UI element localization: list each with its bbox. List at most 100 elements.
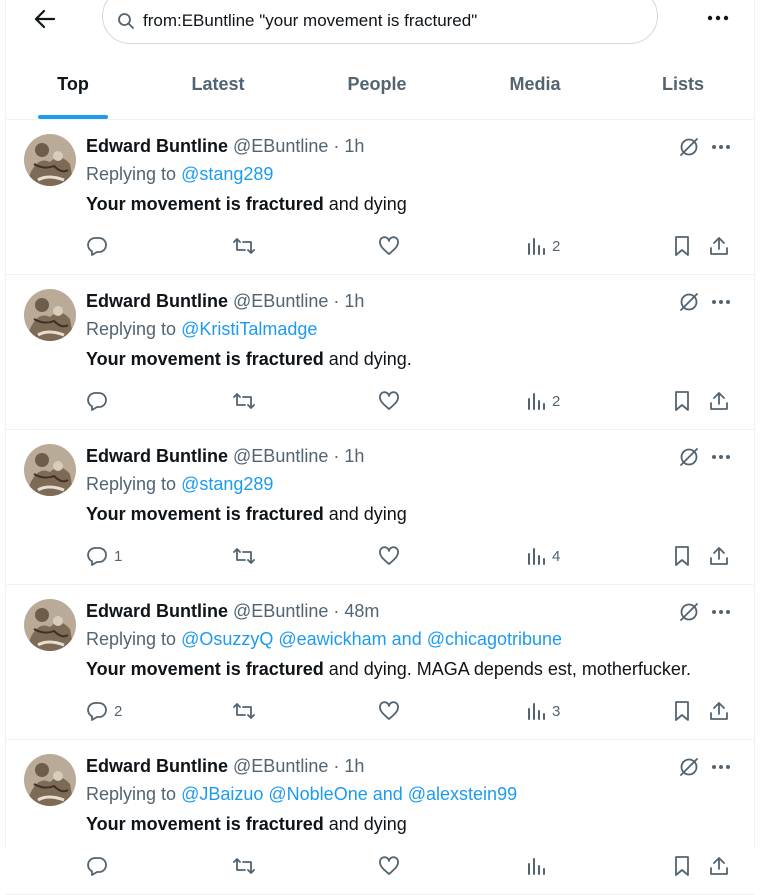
tweet-text: Your movement is fractured and dying. [86,349,412,370]
tweet[interactable]: Edward Buntline @EBuntline · 1h Replying… [6,275,754,430]
views-button[interactable]: 3 [526,697,560,725]
search-icon [117,11,137,31]
reply-icon [87,547,107,566]
tweet-more-button[interactable] [708,754,734,780]
share-button[interactable] [708,542,730,570]
bookmark-button[interactable] [672,852,692,880]
replying-to-link[interactable]: @KristiTalmadge [181,319,317,339]
reply-icon [87,392,107,411]
replying-to: Replying to @OsuzzyQ @eawickham and @chi… [86,629,562,650]
search-tabs: Top Latest People Media Lists [6,54,754,120]
tweet-text-rest: and dying. [323,349,412,369]
reply-button[interactable] [86,232,114,260]
like-button[interactable] [378,697,400,725]
reply-icon [87,702,107,721]
timestamp[interactable]: 1h [344,756,364,776]
avatar[interactable] [24,134,76,186]
grok-button[interactable] [676,599,702,625]
views-icon [528,238,545,255]
grok-button[interactable] [676,289,702,315]
like-button[interactable] [378,852,400,880]
bookmark-button[interactable] [672,542,692,570]
tab-people[interactable]: People [296,54,458,119]
retweet-button[interactable] [232,852,256,880]
search-input[interactable]: from:EBuntline "your movement is fractur… [102,0,658,44]
like-button[interactable] [378,542,400,570]
tweet-more-button[interactable] [708,289,734,315]
tweet[interactable]: Edward Buntline @EBuntline · 48m Replyin… [6,585,754,740]
grok-button[interactable] [676,444,702,470]
replying-to-link[interactable]: @OsuzzyQ @eawickham and @chicagotribune [181,629,562,649]
avatar[interactable] [24,444,76,496]
retweet-button[interactable] [232,542,256,570]
author-handle[interactable]: @EBuntline [233,756,328,776]
reply-button[interactable]: 2 [86,697,122,725]
avatar[interactable] [24,289,76,341]
author-name[interactable]: Edward Buntline [86,756,228,776]
views-button[interactable]: 2 [526,232,560,260]
views-button[interactable]: 2 [526,387,560,415]
tweet[interactable]: Edward Buntline @EBuntline · 1h Replying… [6,430,754,585]
timestamp[interactable]: 48m [344,601,379,621]
tweet-more-button[interactable] [708,599,734,625]
author-name[interactable]: Edward Buntline [86,136,228,156]
reply-button[interactable] [86,852,114,880]
reply-count: 2 [114,702,123,720]
author-name[interactable]: Edward Buntline [86,446,228,466]
tweet-more-button[interactable] [708,134,734,160]
retweet-button[interactable] [232,232,256,260]
author-handle[interactable]: @EBuntline [233,601,328,621]
share-button[interactable] [708,232,730,260]
tweet[interactable]: Edward Buntline @EBuntline · 1h Replying… [6,740,754,895]
author-handle[interactable]: @EBuntline [233,446,328,466]
reply-button[interactable] [86,387,114,415]
avatar[interactable] [24,599,76,651]
timestamp[interactable]: 1h [344,446,364,466]
author-handle[interactable]: @EBuntline [233,136,328,156]
avatar[interactable] [24,754,76,806]
timestamp[interactable]: 1h [344,291,364,311]
share-button[interactable] [708,387,730,415]
retweet-button[interactable] [232,697,256,725]
tab-latest[interactable]: Latest [140,54,296,119]
timestamp[interactable]: 1h [344,136,364,156]
tweet[interactable]: Edward Buntline @EBuntline · 1h Replying… [6,120,754,275]
bookmark-icon [675,546,689,566]
share-button[interactable] [708,697,730,725]
replying-to-link[interactable]: @JBaizuo @NobleOne and @alexstein99 [181,784,517,804]
more-options-button[interactable] [704,6,732,30]
like-button[interactable] [378,387,400,415]
replying-to-link[interactable]: @stang289 [181,164,273,184]
grok-button[interactable] [676,134,702,160]
more-icon [712,455,730,459]
retweet-button[interactable] [232,387,256,415]
grok-button[interactable] [676,754,702,780]
replying-to-link[interactable]: @stang289 [181,474,273,494]
replying-prefix: Replying to [86,629,177,649]
reply-button[interactable]: 1 [86,542,122,570]
search-results-page: from:EBuntline "your movement is fractur… [5,0,755,895]
grok-icon [680,758,698,776]
author-name[interactable]: Edward Buntline [86,601,228,621]
like-icon [379,391,399,410]
bookmark-button[interactable] [672,232,692,260]
share-button[interactable] [708,852,730,880]
bookmark-button[interactable] [672,387,692,415]
tweet-text-bold: Your movement is fractured [86,814,324,834]
views-button[interactable] [526,852,552,880]
author-name[interactable]: Edward Buntline [86,291,228,311]
tab-media[interactable]: Media [458,54,612,119]
tab-top[interactable]: Top [6,54,140,119]
tweet-actions: 1 4 [86,542,736,570]
back-button[interactable] [28,6,62,32]
tweet-more-button[interactable] [708,444,734,470]
like-button[interactable] [378,232,400,260]
tab-lists[interactable]: Lists [612,54,754,119]
retweet-icon [233,548,255,564]
views-count: 2 [552,392,561,410]
author-handle[interactable]: @EBuntline [233,291,328,311]
bookmark-button[interactable] [672,697,692,725]
more-icon [712,610,730,614]
views-button[interactable]: 4 [526,542,560,570]
search-query: from:EBuntline "your movement is fractur… [143,11,478,30]
